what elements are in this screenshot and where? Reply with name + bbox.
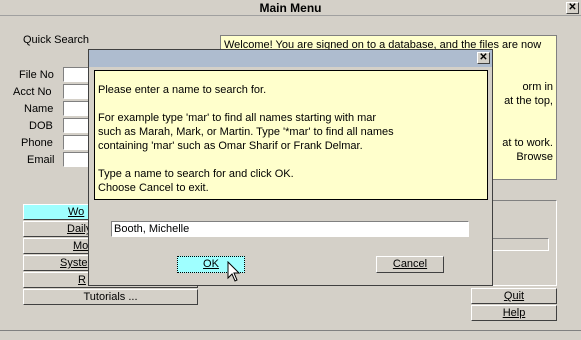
menu-label: Wo [68,206,85,218]
tutorials-label: Tutorials ... [83,291,138,303]
dob-label: DOB [29,120,53,132]
window-title: Main Menu [259,1,322,15]
email-label: Email [27,154,55,166]
cancel-label: Cancel [392,258,428,270]
search-dialog: ✕ Please enter a name to search for. For… [88,49,493,286]
help-label: Help [502,307,526,319]
mouse-cursor-icon [227,261,241,282]
dialog-message-line: Please enter a name to search for. [98,84,267,96]
menu-label: Mo [73,240,89,252]
dialog-title-bar [89,50,492,67]
acct-no-label: Acct No [13,86,52,98]
dialog-message-line: containing 'mar' such as Omar Sharif or … [98,140,363,152]
dialog-message-line: For example type 'mar' to find all names… [98,112,377,124]
menu-label: R [78,274,86,286]
quick-search-title: Quick Search [23,34,90,46]
file-no-label: File No [19,69,54,81]
quit-label: Quit [503,290,525,302]
name-label: Name [24,103,54,115]
window-close-icon[interactable]: ✕ [566,2,579,14]
quit-button[interactable]: Quit [471,288,557,304]
tutorials-button[interactable]: Tutorials ... [23,289,198,305]
dialog-message-line: such as Marah, Mark, or Martin. Type '*m… [98,126,394,138]
dialog-close-icon[interactable]: ✕ [477,52,490,64]
window-bottom-border [0,330,581,331]
name-search-input[interactable]: Booth, Michelle [111,221,469,237]
help-button[interactable]: Help [471,305,557,321]
ok-label: OK [203,258,219,270]
phone-label: Phone [21,137,53,149]
menu-label: Syste [60,257,88,269]
cancel-button[interactable]: Cancel [376,256,444,273]
dialog-message-line: Type a name to search for and click OK. [98,168,294,180]
dialog-message: Please enter a name to search for. For e… [94,70,488,200]
dialog-message-line: Choose Cancel to exit. [98,182,209,194]
